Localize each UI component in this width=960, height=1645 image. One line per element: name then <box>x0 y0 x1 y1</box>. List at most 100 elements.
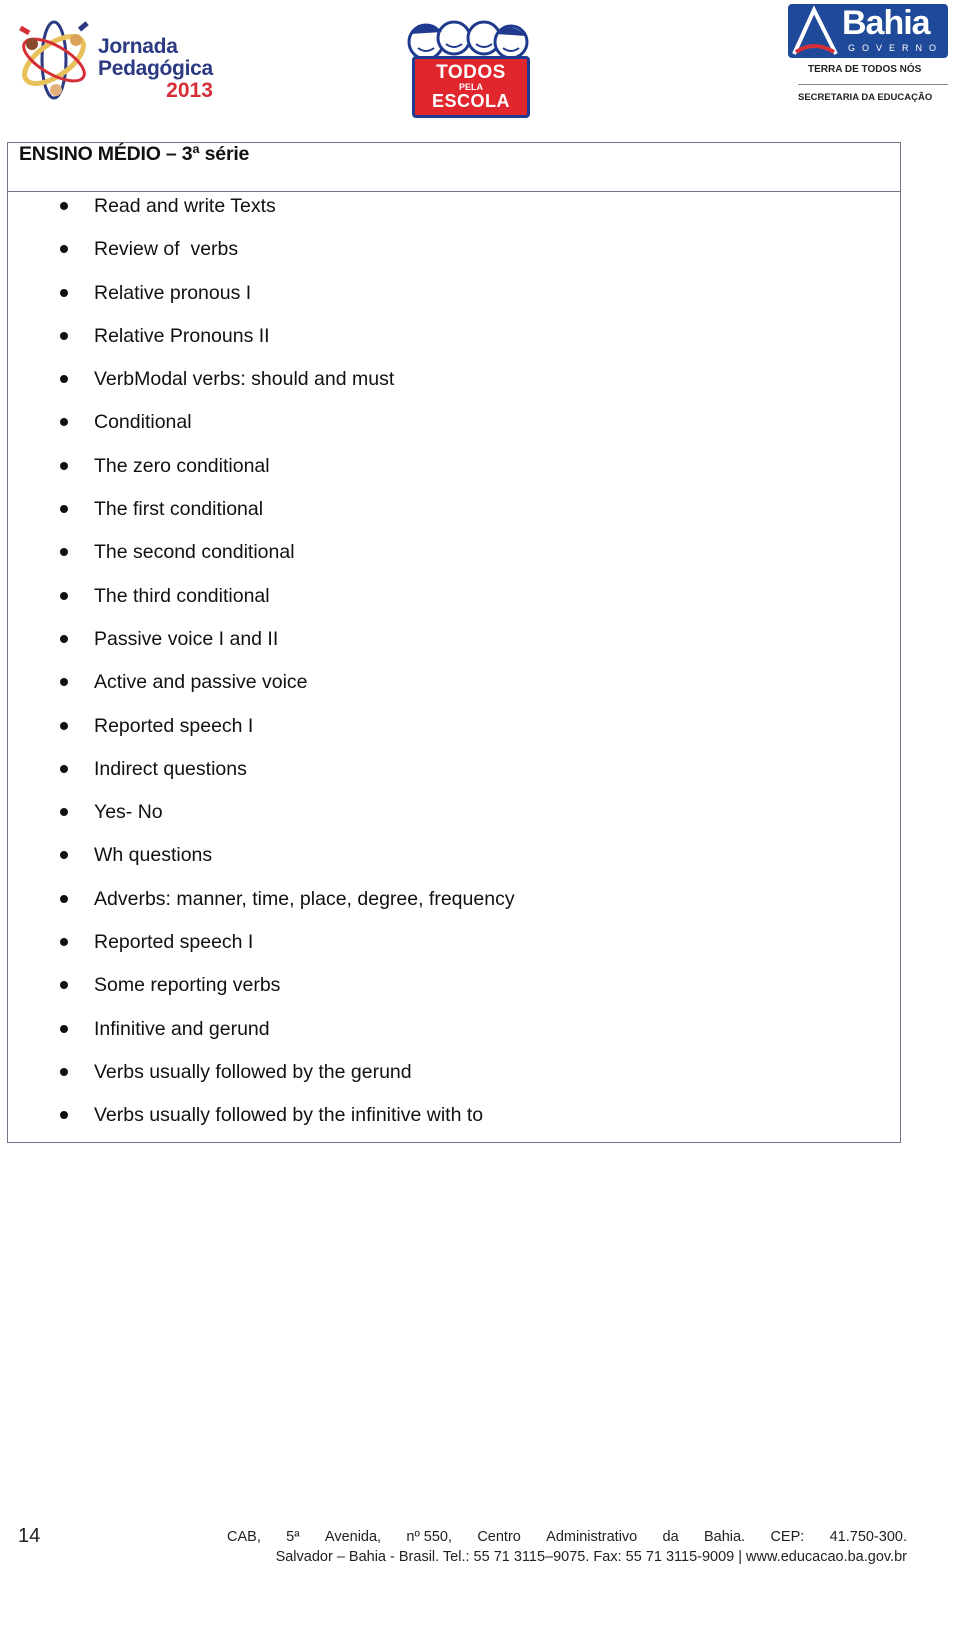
bullet-icon <box>60 375 68 384</box>
list-item: Relative pronous I <box>8 280 900 323</box>
topic-text: Passive voice I and II <box>94 627 279 650</box>
todos-pela-escola-logo: TODOS PELA ESCOLA <box>398 12 540 118</box>
todos-line1: TODOS <box>436 62 506 83</box>
list-item: Wh questions <box>8 842 900 885</box>
list-item: Review of verbs <box>8 236 900 279</box>
bahia-governo: GOVERNO <box>848 43 944 53</box>
topic-text: Infinitive and gerund <box>94 1017 270 1040</box>
topic-text: The first conditional <box>94 498 264 521</box>
footer-address-line2: Salvador – Bahia - Brasil. Tel.: 55 71 3… <box>275 1549 907 1565</box>
footer-address-word: Centro <box>477 1529 521 1545</box>
footer-address-word: Administrativo <box>546 1529 638 1545</box>
list-item: The first conditional <box>8 496 900 539</box>
bullet-icon <box>60 1111 68 1120</box>
topic-text: Verbs usually followed by the infinitive… <box>94 1104 484 1127</box>
footer-address-word: Avenida, <box>324 1529 382 1545</box>
topic-text: Adverbs: manner, time, place, degree, fr… <box>94 887 515 910</box>
bullet-icon <box>60 418 68 427</box>
bullet-icon <box>60 938 68 947</box>
topic-text: Relative pronous I <box>94 281 252 304</box>
topic-text: Verbs usually followed by the gerund <box>94 1060 412 1083</box>
table-title: ENSINO MÉDIO – 3ª série <box>19 143 250 165</box>
bullet-icon <box>60 202 68 210</box>
footer-address-word: 41.750-300. <box>829 1529 907 1545</box>
footer-address-word: 5ª <box>286 1529 300 1545</box>
bullet-icon <box>60 505 68 514</box>
topic-text: The zero conditional <box>94 454 270 477</box>
footer-address: CAB, 5ª Avenida, nº 550, Centro Administrativ… <box>227 1527 907 1567</box>
topic-text: Some reporting verbs <box>94 974 281 997</box>
bullet-icon <box>60 678 68 687</box>
footer-address-line1: CAB, 5ª Avenida, nº 550, Centro Administrativ… <box>227 1527 907 1547</box>
bullet-icon <box>60 851 68 860</box>
curriculum-table: ENSINO MÉDIO – 3ª série Read and write T… <box>7 142 901 1143</box>
bullet-icon <box>60 981 68 990</box>
topic-text: The third conditional <box>94 584 270 607</box>
bullet-icon <box>60 591 68 600</box>
list-item: Reported speech I <box>8 929 900 972</box>
bullet-icon <box>60 764 68 773</box>
footer-address-word: CAB, <box>227 1529 261 1545</box>
list-item: Read and write Texts <box>8 193 900 236</box>
bahia-governo-logo: Bahia GOVERNO TERRA DE TODOS NÓS SECRETA… <box>788 4 948 108</box>
topic-text: Reported speech I <box>94 931 254 954</box>
bahia-tagline: TERRA DE TODOS NÓS <box>808 64 922 75</box>
bahia-name: Bahia <box>842 4 931 42</box>
bullet-icon <box>60 634 68 643</box>
bullet-icon <box>60 1024 68 1033</box>
topic-text: Indirect questions <box>94 757 247 780</box>
topic-text: Wh questions <box>94 844 213 867</box>
footer-address-word: Bahia. <box>704 1529 746 1545</box>
bahia-divider <box>798 84 948 85</box>
bahia-triangle-icon <box>792 5 838 55</box>
page-number: 14 <box>18 1525 41 1547</box>
footer-address-word: CEP: <box>770 1529 805 1545</box>
list-item: Infinitive and gerund <box>8 1016 900 1059</box>
list-item: Reported speech I <box>8 713 900 756</box>
list-item: Relative Pronouns II <box>8 323 900 366</box>
topic-text: Read and write Texts <box>94 195 276 217</box>
list-item: Verbs usually followed by the infinitive… <box>8 1102 900 1145</box>
topic-text: Relative Pronouns II <box>94 324 270 347</box>
list-item: Active and passive voice <box>8 669 900 712</box>
topic-text: Active and passive voice <box>94 671 308 694</box>
atom-people-icon <box>19 20 89 100</box>
list-item: The second conditional <box>8 539 900 582</box>
list-item: The zero conditional <box>8 453 900 496</box>
todos-line3: ESCOLA <box>431 91 510 111</box>
list-item: The third conditional <box>8 583 900 626</box>
topic-text: Review of verbs <box>94 238 239 261</box>
list-item: Passive voice I and II <box>8 626 900 669</box>
jornada-logo-text: Jornada Pedagógica 2013 <box>98 36 213 101</box>
bullet-icon <box>60 1067 68 1076</box>
bullet-icon <box>60 894 68 903</box>
bullet-icon <box>60 721 68 730</box>
footer-address-word: da <box>662 1529 679 1545</box>
bullet-icon <box>60 288 68 297</box>
list-item: Conditional <box>8 409 900 452</box>
jornada-line2: Pedagógica <box>98 57 213 80</box>
bullet-icon <box>60 808 68 817</box>
todos-sign: TODOS PELA ESCOLA <box>412 56 530 118</box>
bullet-icon <box>60 461 68 470</box>
list-item: Adverbs: manner, time, place, degree, fr… <box>8 886 900 929</box>
bahia-brand-box: Bahia GOVERNO <box>788 4 948 58</box>
bahia-secretaria: SECRETARIA DA EDUCAÇÃO <box>798 92 933 103</box>
topic-text: The second conditional <box>94 541 295 564</box>
topic-text: VerbModal verbs: should and must <box>94 368 395 391</box>
footer-address-word: nº 550, <box>406 1529 453 1545</box>
list-item: Yes- No <box>8 799 900 842</box>
topic-text: Reported speech I <box>94 714 254 737</box>
list-item: VerbModal verbs: should and must <box>8 366 900 409</box>
jornada-year: 2013 <box>166 79 213 102</box>
list-item: Some reporting verbs <box>8 972 900 1015</box>
topic-text: Conditional <box>94 411 192 434</box>
table-header-row: ENSINO MÉDIO – 3ª série <box>8 143 900 192</box>
bullet-icon <box>60 331 68 340</box>
jornada-line1: Jornada <box>98 35 178 58</box>
jornada-pedagogica-logo: Jornada Pedagógica 2013 <box>18 14 213 106</box>
topic-text: Yes- No <box>94 801 163 824</box>
bullet-icon <box>60 548 68 557</box>
list-item: Verbs usually followed by the gerund <box>8 1059 900 1102</box>
bullet-icon <box>60 245 68 254</box>
